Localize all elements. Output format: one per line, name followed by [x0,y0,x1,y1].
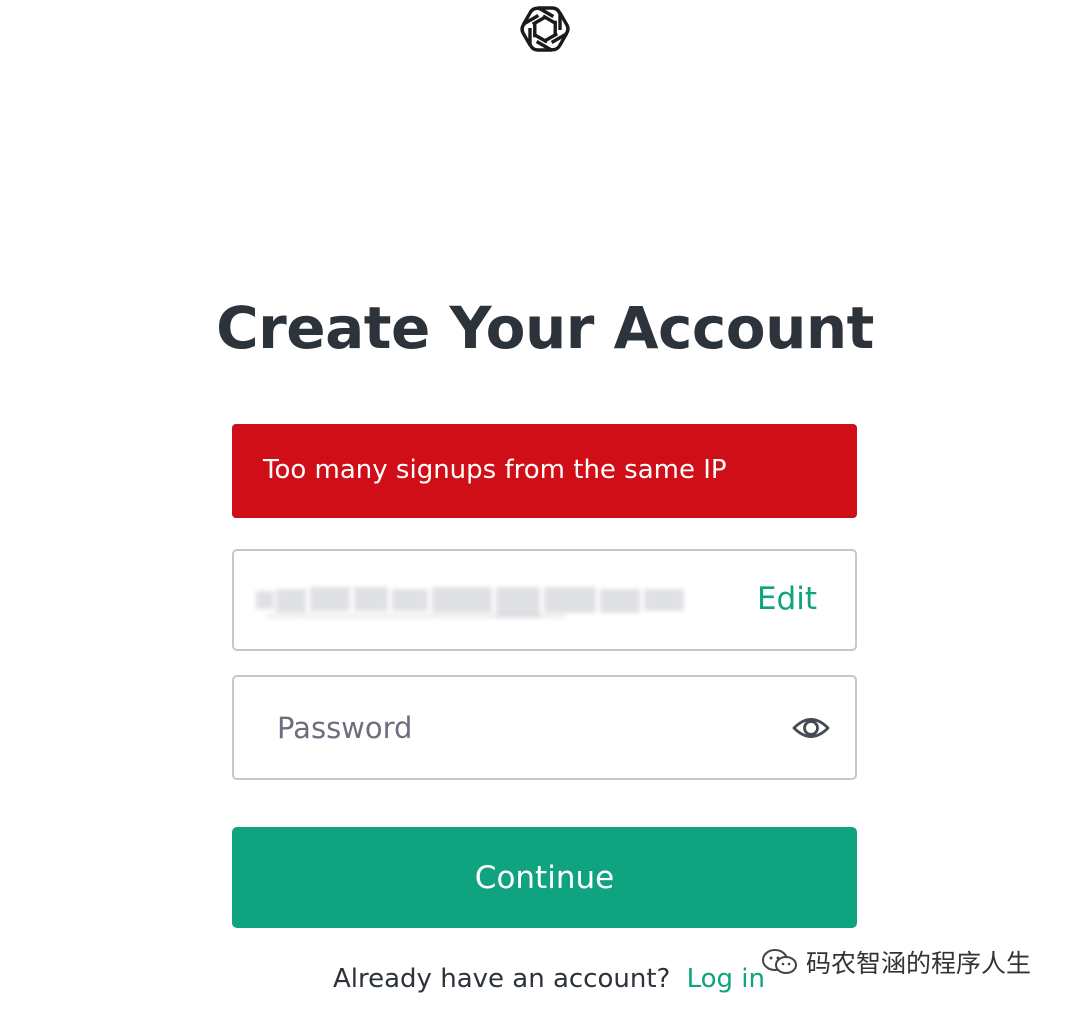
login-prompt: Already have an account? Log in [333,961,765,997]
continue-button[interactable]: Continue [232,827,857,928]
edit-email-link[interactable]: Edit [757,579,817,619]
email-field[interactable]: Edit [232,549,857,651]
wechat-icon [762,949,797,974]
watermark-text: 码农智涵的程序人生 [806,949,1032,978]
redacted-email [256,583,686,623]
eye-icon[interactable] [791,711,831,745]
password-input[interactable] [234,677,855,778]
error-message: Too many signups from the same IP [263,455,727,485]
page-title: Create Your Account [216,294,874,362]
openai-logo-icon [513,0,577,62]
error-alert: Too many signups from the same IP [232,424,857,518]
watermark: 码农智涵的程序人生 [760,944,1031,980]
login-prompt-text: Already have an account? [333,964,671,994]
password-field[interactable] [232,675,857,780]
login-link[interactable]: Log in [687,964,765,994]
